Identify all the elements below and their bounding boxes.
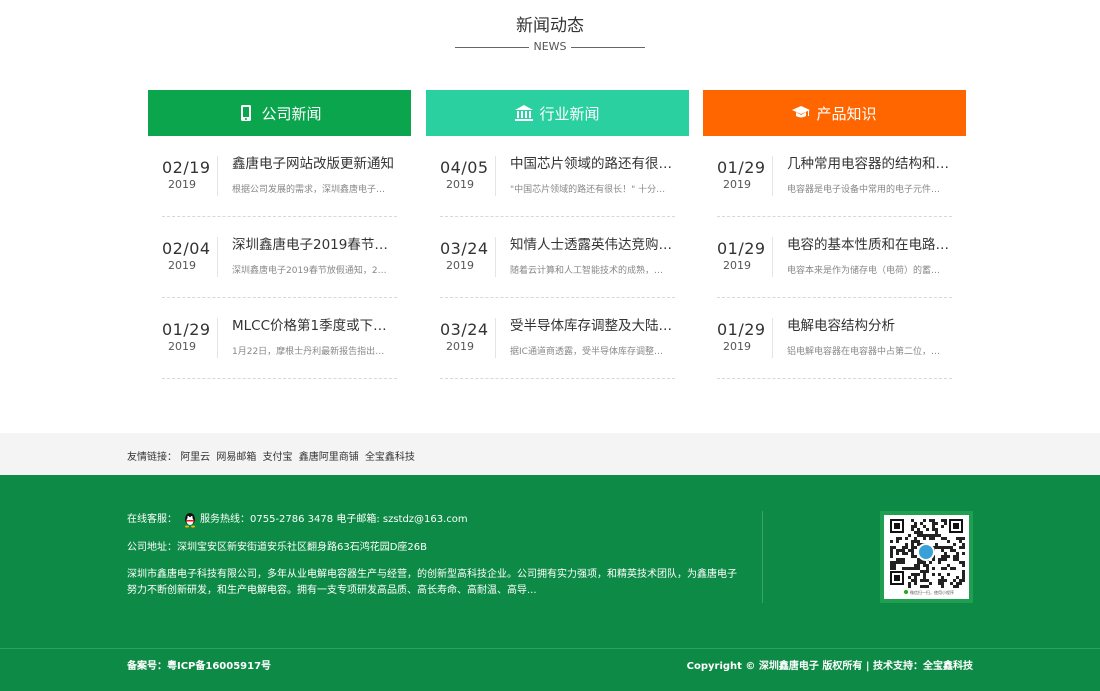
news-item[interactable]: 02/19 2019 鑫唐电子网站改版更新通知 根据公司发展的需求，深圳鑫唐电子公… [162,136,397,217]
divider-left [455,47,529,48]
footer-bottom-divider [0,648,1100,649]
news-column-industry: 行业新闻 04/05 2019 中国芯片领域的路还有很长... "中国芯片领域的路… [426,90,689,379]
news-title[interactable]: 几种常用电容器的结构和特点 [787,152,952,172]
bank-icon [515,104,534,122]
tab-label: 公司新闻 [261,104,322,123]
news-date: 04/05 2019 [440,158,489,191]
news-column-company: 公司新闻 02/19 2019 鑫唐电子网站改版更新通知 根据公司发展的需求，深圳… [148,90,411,379]
phone-icon [237,104,255,122]
hotline-email: 服务热线：0755-2786 3478 电子邮箱: szstdz@163.com [200,514,468,525]
link-163-mail[interactable]: 网易邮箱 [216,452,256,463]
wechat-qr-code: 微信扫一扫，使用小程序 [880,511,973,603]
link-alipay[interactable]: 支付宝 [263,452,293,463]
friendly-links-bar: 友情链接： 阿里云 网易邮箱 支付宝 鑫唐阿里商铺 全宝鑫科技 [0,433,1100,475]
news-item[interactable]: 02/04 2019 深圳鑫唐电子2019春节放假... 深圳鑫唐电子2019春节… [162,217,397,298]
tab-company-news[interactable]: 公司新闻 [148,90,411,136]
news-title[interactable]: 鑫唐电子网站改版更新通知 [232,152,397,172]
news-title[interactable]: 电解电容结构分析 [787,314,952,334]
news-date: 02/19 2019 [162,158,211,191]
news-desc: 电容本来是作为储存电（电荷）的蓄电器... [787,266,947,276]
copyright: Copyright © 深圳鑫唐电子 版权所有 | 技术支持：全宝鑫科技 [686,661,973,672]
news-item[interactable]: 01/29 2019 几种常用电容器的结构和特点 电容器是电子设备中常用的电子元件… [717,136,952,217]
company-address: 公司地址：深圳宝安区新安街道安乐社区翻身路63石鸿花园D座26B [127,542,428,553]
news-date: 03/24 2019 [440,239,489,272]
icp-record[interactable]: 备案号：粤ICP备16005917号 [127,657,271,672]
news-date: 01/29 2019 [717,158,766,191]
footer-divider [762,511,763,603]
site-footer: 在线客服： 服务热线：0755-2786 3478 电子邮箱: szstdz@1… [0,475,1100,691]
news-item[interactable]: 01/29 2019 电容的基本性质和在电路中... 电容本来是作为储存电（电荷）… [717,217,952,298]
news-title[interactable]: MLCC价格第1季度或下滑3成 [232,314,397,334]
news-desc: 根据公司发展的需求，深圳鑫唐电子公司... [232,185,392,195]
news-date: 03/24 2019 [440,320,489,353]
news-item[interactable]: 04/05 2019 中国芯片领域的路还有很长... "中国芯片领域的路还有很长！… [440,136,675,217]
news-title[interactable]: 电容的基本性质和在电路中... [787,233,952,253]
qq-icon[interactable] [183,512,197,528]
news-desc: 深圳鑫唐电子2019春节放假通知，2019年... [232,266,392,276]
link-quanbaoxin[interactable]: 全宝鑫科技 [365,452,415,463]
news-desc: 铝电解电容器在电容器中占第二位，这类... [787,347,947,357]
news-title[interactable]: 中国芯片领域的路还有很长... [510,152,675,172]
news-date: 01/29 2019 [717,239,766,272]
links-label: 友情链接： [127,452,177,463]
news-item[interactable]: 03/24 2019 知情人士透露英伟达竞购出... 随着云计算和人工智能技术的成… [440,217,675,298]
news-date: 01/29 2019 [162,320,211,353]
news-column-products: 产品知识 01/29 2019 几种常用电容器的结构和特点 电容器是电子设备中常用… [703,90,966,379]
news-title[interactable]: 受半导体库存调整及大陆厂... [510,314,675,334]
news-date: 02/04 2019 [162,239,211,272]
company-about: 深圳市鑫唐电子科技有限公司，多年从业电解电容器生产与经营，的创新型高科技企业。公… [127,569,737,596]
news-title[interactable]: 知情人士透露英伟达竞购出... [510,233,675,253]
qr-caption: 微信扫一扫，使用小程序 [910,589,954,595]
tab-industry-news[interactable]: 行业新闻 [426,90,689,136]
section-title: 新闻动态 [516,16,584,36]
news-date: 01/29 2019 [717,320,766,353]
tab-label: 行业新闻 [539,104,600,123]
contact-info: 在线客服： 服务热线：0755-2786 3478 电子邮箱: szstdz@1… [127,511,747,599]
link-aliyun[interactable]: 阿里云 [180,452,210,463]
section-subtitle: NEWS [455,40,645,54]
news-item[interactable]: 03/24 2019 受半导体库存调整及大陆厂... 据IC通道商透露，受半导体库… [440,298,675,379]
online-service-label: 在线客服： [127,514,177,525]
news-desc: 1月22日，摩根士丹利最新报告指出，随着... [232,347,392,357]
news-desc: 电容器是电子设备中常用的电子元件，我... [787,185,947,195]
divider-right [571,47,645,48]
news-item[interactable]: 01/29 2019 电解电容结构分析 铝电解电容器在电容器中占第二位，这类... [717,298,952,379]
tab-label: 产品知识 [816,104,877,123]
news-desc: "中国芯片领域的路还有很长！" 十分可... [510,185,670,195]
section-subtitle-text: NEWS [533,40,567,53]
news-desc: 随着云计算和人工智能技术的成熟，云服... [510,266,670,276]
link-xintang-shop[interactable]: 鑫唐阿里商铺 [299,452,359,463]
news-desc: 据IC通道商透露，受半导体库存调整及大... [510,347,670,357]
news-section-header: 新闻动态 NEWS [0,0,1100,60]
graduation-cap-icon [792,104,811,122]
news-item[interactable]: 01/29 2019 MLCC价格第1季度或下滑3成 1月22日，摩根士丹利最新报… [162,298,397,379]
tab-product-knowledge[interactable]: 产品知识 [703,90,966,136]
news-title[interactable]: 深圳鑫唐电子2019春节放假... [232,233,397,253]
